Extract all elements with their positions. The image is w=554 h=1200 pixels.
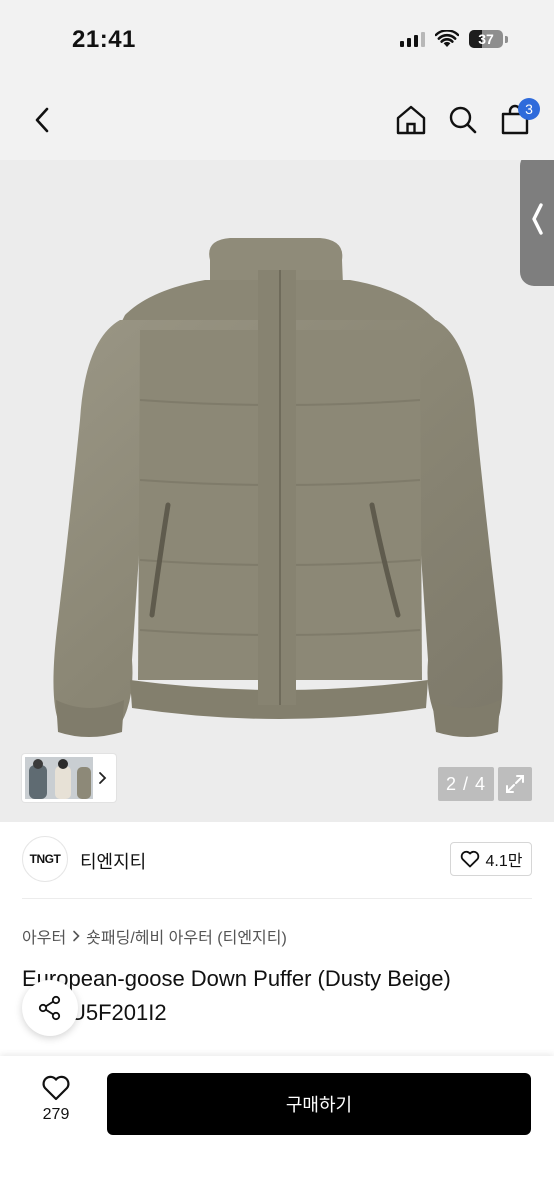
brand-name[interactable]: 티엔지티	[80, 848, 146, 874]
chevron-right-icon	[73, 930, 80, 942]
chevron-right-icon	[99, 772, 107, 784]
status-bar: 21:41 37	[0, 0, 554, 80]
gallery-page-indicator: 2 / 4	[438, 767, 494, 801]
wishlist-button[interactable]: 279	[26, 1074, 86, 1134]
battery-icon: 37	[469, 30, 503, 48]
home-icon	[396, 105, 426, 135]
chevron-left-icon	[35, 107, 49, 133]
back-button[interactable]	[24, 102, 60, 138]
share-button[interactable]	[22, 980, 78, 1036]
breadcrumb-category[interactable]: 아우터	[22, 924, 66, 948]
battery-level: 37	[478, 31, 494, 47]
brand-logo[interactable]: TNGT	[22, 836, 68, 882]
share-icon	[38, 995, 61, 1021]
model-photo-thumbnail-button[interactable]	[22, 754, 116, 802]
divider	[22, 898, 532, 899]
cart-button[interactable]: 3	[498, 98, 540, 140]
product-title: European-goose Down Puffer (Dusty Beige)…	[22, 962, 532, 1030]
side-panel-handle[interactable]	[520, 160, 554, 286]
search-icon	[449, 106, 477, 134]
product-image	[53, 238, 503, 737]
product-code: U5F201I2	[70, 1000, 167, 1025]
wifi-icon	[435, 30, 459, 47]
wishlist-count: 279	[42, 1106, 70, 1123]
breadcrumb-subcategory[interactable]: 숏패딩/헤비 아우터 (티엔지티)	[86, 924, 287, 948]
brand-like-count: 4.1만	[485, 853, 523, 870]
home-button[interactable]	[394, 100, 428, 140]
cellular-signal-icon	[400, 31, 425, 47]
expand-icon	[506, 775, 524, 793]
thumbnail-image	[25, 757, 93, 799]
brand-like-button[interactable]: 4.1만	[450, 842, 532, 876]
bottom-purchase-bar: 279 구매하기	[0, 1056, 554, 1200]
expand-image-button[interactable]	[498, 767, 532, 801]
cart-count-badge: 3	[518, 98, 540, 120]
heart-icon	[42, 1075, 70, 1101]
top-navigation: 3	[0, 80, 554, 160]
search-button[interactable]	[446, 100, 480, 140]
heart-icon	[460, 850, 479, 868]
product-image-gallery[interactable]: 2 / 4	[0, 160, 554, 822]
battery-cap	[505, 35, 508, 43]
product-name: European-goose Down Puffer (Dusty Beige)	[22, 966, 451, 991]
buy-button[interactable]: 구매하기	[107, 1073, 531, 1135]
breadcrumb: 아우터 숏패딩/헤비 아우터 (티엔지티)	[22, 924, 287, 948]
chevron-left-icon	[532, 203, 543, 235]
status-icons: 37	[400, 30, 508, 48]
status-time: 21:41	[72, 26, 136, 53]
brand-row[interactable]: TNGT 티엔지티 4.1만	[22, 836, 532, 884]
